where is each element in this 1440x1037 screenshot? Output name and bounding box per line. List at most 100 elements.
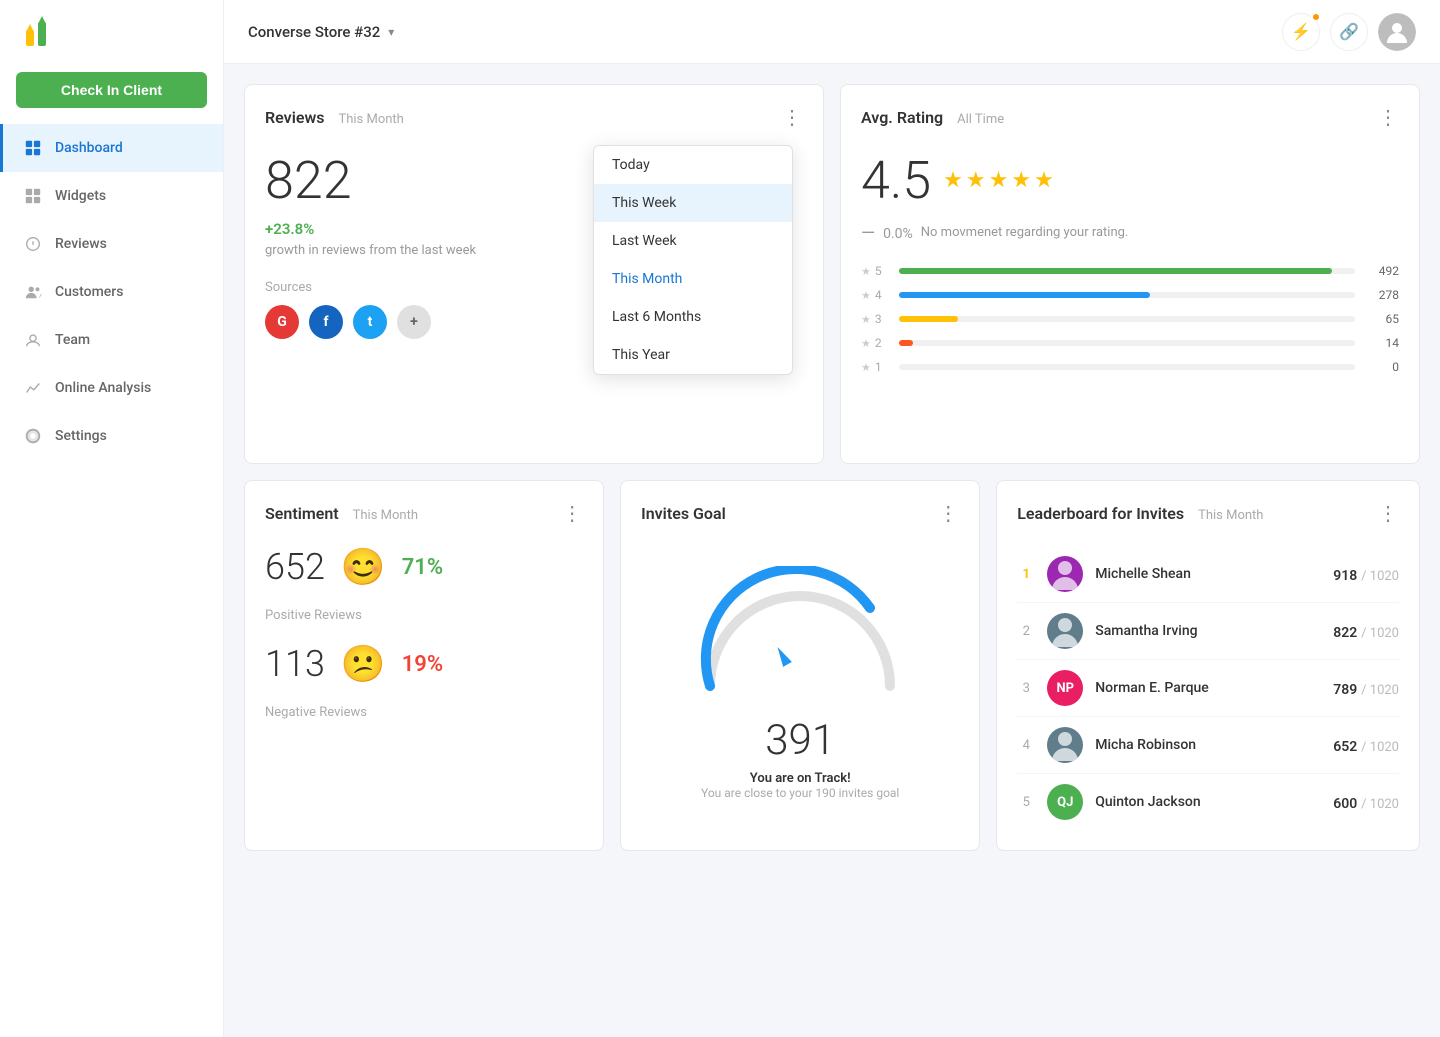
sidebar-item-online-analysis[interactable]: Online Analysis	[0, 364, 223, 412]
sentiment-more-button[interactable]: ⋮	[562, 501, 583, 526]
rank-number: 1	[1017, 567, 1035, 582]
lb-score-group: 652 / 1020	[1333, 736, 1399, 755]
invites-title: Invites Goal	[641, 504, 726, 523]
lb-total: / 1020	[1361, 626, 1399, 641]
lb-avatar-1	[1047, 556, 1083, 592]
user-avatar	[1378, 13, 1416, 51]
bottom-cards-row: Sentiment This Month ⋮ 652 😊 71% Positiv…	[244, 480, 1420, 851]
leaderboard-more-button[interactable]: ⋮	[1378, 501, 1399, 526]
sentiment-subtitle: This Month	[353, 508, 418, 523]
lb-name: Norman E. Parque	[1095, 680, 1321, 696]
lb-avatar-4	[1047, 727, 1083, 763]
positive-sentiment-row: 652 😊 71%	[265, 546, 583, 588]
invites-more-button[interactable]: ⋮	[938, 501, 959, 526]
sentiment-header: Sentiment This Month ⋮	[265, 501, 583, 526]
dropdown-this-month[interactable]: This Month	[594, 260, 792, 298]
link-button[interactable]: 🔗	[1330, 13, 1368, 51]
user-avatar-button[interactable]	[1378, 13, 1416, 51]
store-selector[interactable]: Converse Store #32 ▾	[248, 23, 394, 41]
lb-score-group: 789 / 1020	[1333, 679, 1399, 698]
top-cards-row: Reviews This Month ⋮ 822 +23.8% growth i…	[244, 84, 1420, 464]
rating-bar-3: ★ 3 65	[861, 312, 1399, 326]
leaderboard-title: Leaderboard for Invites	[1017, 504, 1184, 523]
rating-bar-1: ★ 1 0	[861, 360, 1399, 374]
customers-icon	[23, 282, 43, 302]
sentiment-card: Sentiment This Month ⋮ 652 😊 71% Positiv…	[244, 480, 604, 851]
bar-track-3	[899, 316, 1355, 322]
sidebar-item-label: Customers	[55, 284, 123, 300]
star-label-3: ★ 3	[861, 312, 891, 326]
lb-score: 822	[1333, 625, 1357, 641]
no-movement-text: No movmenet regarding your rating.	[921, 224, 1129, 242]
lb-total: / 1020	[1361, 740, 1399, 755]
lightning-button[interactable]: ⚡	[1282, 13, 1320, 51]
bar-fill-3	[899, 316, 958, 322]
lb-name: Micha Robinson	[1095, 737, 1321, 753]
avg-rating-more-button[interactable]: ⋮	[1378, 105, 1399, 130]
dropdown-last-week[interactable]: Last Week	[594, 222, 792, 260]
dropdown-this-year[interactable]: This Year	[594, 336, 792, 374]
change-pct: 0.0%	[883, 226, 913, 242]
leaderboard-row: 5 QJ Quinton Jackson 600 / 1020	[1017, 774, 1399, 830]
invites-title-group: Invites Goal	[641, 504, 726, 523]
sidebar-item-reviews[interactable]: Reviews	[0, 220, 223, 268]
negative-sentiment-row: 113 😕 19%	[265, 643, 583, 685]
rating-bar-5: ★ 5 492	[861, 264, 1399, 278]
rank-number: 3	[1017, 681, 1035, 696]
header: Converse Store #32 ▾ ⚡ 🔗	[224, 0, 1440, 64]
leaderboard-row: 2 Samantha Irving 822 / 1020	[1017, 603, 1399, 660]
twitter-source-icon[interactable]: t	[353, 305, 387, 339]
reviews-more-button[interactable]: ⋮	[782, 105, 803, 130]
star-2: ★	[966, 168, 986, 193]
link-icon: 🔗	[1339, 22, 1359, 41]
avg-rating-header: Avg. Rating All Time ⋮	[861, 105, 1399, 130]
dropdown-this-week[interactable]: This Week	[594, 184, 792, 222]
bar-fill-4	[899, 292, 1150, 298]
bar-count-3: 65	[1363, 312, 1399, 326]
sidebar-item-team[interactable]: Team	[0, 316, 223, 364]
lb-score: 652	[1333, 739, 1357, 755]
dropdown-last-6-months[interactable]: Last 6 Months	[594, 298, 792, 336]
header-actions: ⚡ 🔗	[1282, 13, 1416, 51]
star-label-5: ★ 5	[861, 264, 891, 278]
add-source-icon[interactable]: +	[397, 305, 431, 339]
leaderboard-title-group: Leaderboard for Invites This Month	[1017, 504, 1263, 523]
sidebar-item-settings[interactable]: Settings	[0, 412, 223, 460]
lb-score: 789	[1333, 682, 1357, 698]
google-source-icon[interactable]: G	[265, 305, 299, 339]
gauge-svg	[690, 566, 910, 706]
rating-value-row: 4.5 ★ ★ ★ ★ ★	[861, 150, 1399, 211]
leaderboard-list: 1 Michelle Shean 918 / 1020 2 Samantha I…	[1017, 546, 1399, 830]
invites-goal-card: Invites Goal ⋮ 391 You are	[620, 480, 980, 851]
leaderboard-card: Leaderboard for Invites This Month ⋮ 1 M…	[996, 480, 1420, 851]
time-period-dropdown: Today This Week Last Week This Month Las…	[593, 145, 793, 375]
avg-rating-subtitle: All Time	[957, 112, 1004, 127]
rank-number: 5	[1017, 795, 1035, 810]
sidebar-item-customers[interactable]: Customers	[0, 268, 223, 316]
analysis-icon	[23, 378, 43, 398]
star-1: ★	[943, 168, 963, 193]
lb-score-group: 600 / 1020	[1333, 793, 1399, 812]
sidebar-item-dashboard[interactable]: Dashboard	[0, 124, 223, 172]
reviews-icon	[23, 234, 43, 254]
widgets-icon	[23, 186, 43, 206]
rating-bar-4: ★ 4 278	[861, 288, 1399, 302]
negative-label: Negative Reviews	[265, 705, 583, 720]
lb-score-group: 918 / 1020	[1333, 565, 1399, 584]
avg-rating-title-group: Avg. Rating All Time	[861, 108, 1004, 127]
lb-avatar-3: NP	[1047, 670, 1083, 706]
check-in-button[interactable]: Check In Client	[16, 72, 207, 108]
reviews-title: Reviews	[265, 108, 325, 127]
star-4: ★	[1011, 168, 1031, 193]
sidebar-item-label: Reviews	[55, 236, 107, 252]
dropdown-today[interactable]: Today	[594, 146, 792, 184]
facebook-source-icon[interactable]: f	[309, 305, 343, 339]
bar-fill-2	[899, 340, 913, 346]
sidebar-item-label: Widgets	[55, 188, 106, 204]
reviews-growth: +23.8%	[265, 220, 314, 238]
lb-total: / 1020	[1361, 683, 1399, 698]
star-3: ★	[989, 168, 1009, 193]
avg-rating-card: Avg. Rating All Time ⋮ 4.5 ★ ★ ★ ★ ★	[840, 84, 1420, 464]
rank-number: 4	[1017, 738, 1035, 753]
sidebar-item-widgets[interactable]: Widgets	[0, 172, 223, 220]
